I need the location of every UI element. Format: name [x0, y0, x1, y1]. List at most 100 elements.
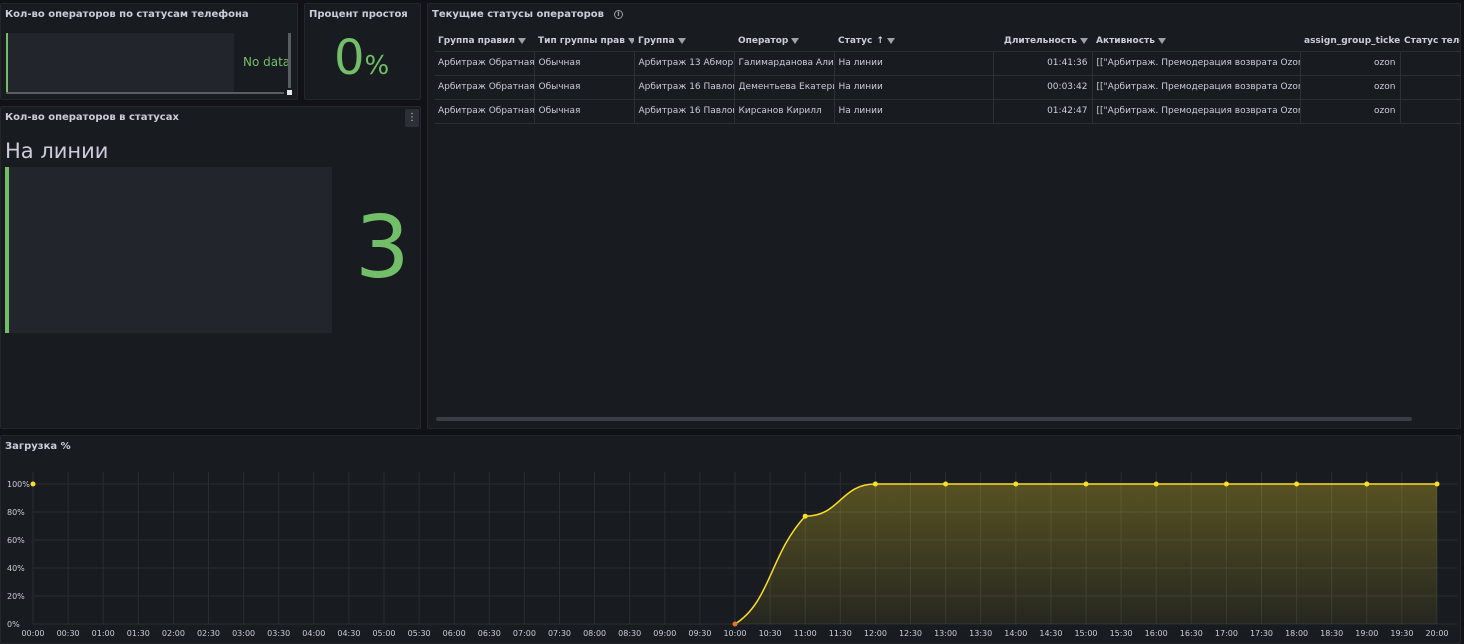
- column-header[interactable]: Длительность: [993, 31, 1092, 52]
- table-row[interactable]: Арбитраж Обратная связьОбычнаяАрбитраж 1…: [434, 75, 1460, 100]
- table-cell: Арбитраж Обратная связь: [434, 51, 535, 76]
- y-tick-label: 100%: [7, 480, 30, 489]
- table-cell: [["Арбитраж. Премодерация возврата Ozon: [1092, 75, 1301, 100]
- table-cell: Обычная: [534, 99, 635, 124]
- y-tick-label: 40%: [7, 564, 25, 573]
- data-point: [1013, 481, 1019, 487]
- column-header-label: Статус телефона: [1404, 35, 1460, 46]
- load-chart: 00:00 00:30 01:00 01:30 02:00 02:30 03:00 03:30…: [7, 472, 1457, 638]
- load-percent-panel: Загрузка % 00:00 00:30 01:00 01:30 02:00 02:3…: [0, 435, 1461, 644]
- table-cell: Арбитраж 16 Павлова: [634, 99, 735, 124]
- table-cell: Дементьева Екатерина: [734, 75, 835, 100]
- table-body: Арбитраж Обратная связьОбычнаяАрбитраж 1…: [434, 51, 1460, 124]
- operators-in-statuses-panel: Кол-во операторов в статусах ⋮ На линии …: [0, 106, 421, 429]
- column-header[interactable]: assign_group_ticket: [1300, 31, 1400, 52]
- filter-icon[interactable]: [791, 37, 800, 44]
- bar-gauge: [6, 33, 234, 94]
- table-cell: ozon: [1300, 51, 1401, 76]
- horizontal-scrollbar[interactable]: [6, 92, 284, 94]
- x-tick-label: 19:30: [1390, 629, 1413, 638]
- y-tick-label: 0%: [7, 620, 20, 629]
- table-cell: ozon: [1300, 99, 1401, 124]
- table-cell: Галимарданова Алина: [734, 51, 835, 76]
- kebab-icon[interactable]: ⋮: [405, 109, 419, 127]
- table-cell: [1400, 75, 1460, 100]
- panel-title: Текущие статусы операторов i: [432, 9, 623, 20]
- column-header[interactable]: Группа правил: [434, 31, 534, 52]
- x-tick-label: 05:00: [372, 629, 395, 638]
- data-point: [1223, 481, 1229, 487]
- table-cell: 01:42:47: [993, 99, 1093, 124]
- column-header[interactable]: Активность: [1092, 31, 1300, 52]
- table-cell: ozon: [1300, 75, 1401, 100]
- current-statuses-panel: Текущие статусы операторов i Группа прави…: [427, 3, 1461, 429]
- table-row[interactable]: Арбитраж Обратная связьОбычнаяАрбитраж 1…: [434, 99, 1460, 124]
- filter-icon[interactable]: [627, 37, 634, 44]
- vertical-scrollbar[interactable]: [288, 33, 291, 88]
- operators-table: Группа правил Тип группы прав Группа Операт…: [434, 31, 1460, 124]
- x-tick-label: 03:00: [232, 629, 255, 638]
- x-tick-label: 00:00: [21, 629, 44, 638]
- horizontal-scrollbar[interactable]: [436, 417, 1412, 421]
- idle-unit: %: [364, 51, 390, 81]
- x-tick-label: 10:00: [723, 629, 746, 638]
- idle-value: 0%: [334, 34, 389, 82]
- x-tick-label: 17:30: [1250, 629, 1273, 638]
- panel-title-text: Текущие статусы операторов: [432, 9, 604, 20]
- column-header[interactable]: Статус телефона: [1400, 31, 1460, 52]
- filter-icon[interactable]: [518, 37, 527, 44]
- column-header[interactable]: Тип группы прав: [534, 31, 634, 52]
- table-cell: На линии: [834, 51, 994, 76]
- column-header[interactable]: Группа: [634, 31, 734, 52]
- x-tick-label: 20:00: [1425, 629, 1448, 638]
- x-tick-label: 15:00: [1074, 629, 1097, 638]
- no-data-label: No data: [243, 55, 291, 69]
- x-tick-label: 16:30: [1180, 629, 1203, 638]
- column-header-label: Длительность: [1003, 35, 1077, 46]
- table-cell: [1400, 99, 1460, 124]
- data-point: [30, 481, 36, 487]
- data-point: [802, 513, 808, 519]
- x-tick-label: 09:30: [688, 629, 711, 638]
- panel-title: Кол-во операторов по статусам телефона: [5, 9, 249, 20]
- data-point: [732, 621, 738, 627]
- x-tick-label: 05:30: [408, 629, 431, 638]
- y-tick-label: 80%: [7, 508, 25, 517]
- x-tick-label: 11:30: [829, 629, 852, 638]
- status-count: 3: [355, 198, 410, 298]
- table-cell: Арбитраж Обратная связь: [434, 99, 535, 124]
- x-tick-label: 18:00: [1285, 629, 1308, 638]
- x-tick-label: 04:00: [302, 629, 325, 638]
- x-tick-label: 14:30: [1039, 629, 1062, 638]
- table-cell: 00:03:42: [993, 75, 1093, 100]
- status-bar: [5, 167, 332, 333]
- resize-handle[interactable]: [287, 90, 292, 95]
- filter-icon[interactable]: [1157, 37, 1166, 44]
- filter-icon[interactable]: [677, 37, 686, 44]
- sort-asc-icon[interactable]: ↑: [876, 36, 884, 46]
- data-point: [1153, 481, 1159, 487]
- x-tick-label: 12:30: [899, 629, 922, 638]
- table-row[interactable]: Арбитраж Обратная связьОбычнаяАрбитраж 1…: [434, 51, 1460, 76]
- x-tick-label: 06:30: [478, 629, 501, 638]
- filter-icon[interactable]: [1080, 37, 1088, 44]
- x-tick-label: 00:30: [57, 629, 80, 638]
- x-tick-label: 09:00: [653, 629, 676, 638]
- column-header[interactable]: Статус ↑: [834, 31, 993, 52]
- x-tick-label: 14:00: [1004, 629, 1027, 638]
- column-header-label: Оператор: [738, 35, 789, 46]
- filter-icon[interactable]: [886, 37, 895, 44]
- idle-percent-panel: Процент простоя 0%: [304, 3, 421, 100]
- info-icon[interactable]: i: [613, 10, 623, 19]
- x-tick-label: 02:00: [162, 629, 185, 638]
- phone-status-panel: Кол-во операторов по статусам телефона N…: [0, 3, 298, 100]
- column-header-label: Тип группы прав: [538, 35, 625, 46]
- x-tick-label: 01:00: [92, 629, 115, 638]
- x-tick-label: 04:30: [337, 629, 360, 638]
- idle-number: 0: [334, 30, 365, 86]
- data-point: [872, 481, 878, 487]
- x-tick-label: 08:30: [618, 629, 641, 638]
- column-header-label: Группа: [638, 35, 675, 46]
- x-tick-label: 07:00: [513, 629, 536, 638]
- column-header[interactable]: Оператор: [734, 31, 834, 52]
